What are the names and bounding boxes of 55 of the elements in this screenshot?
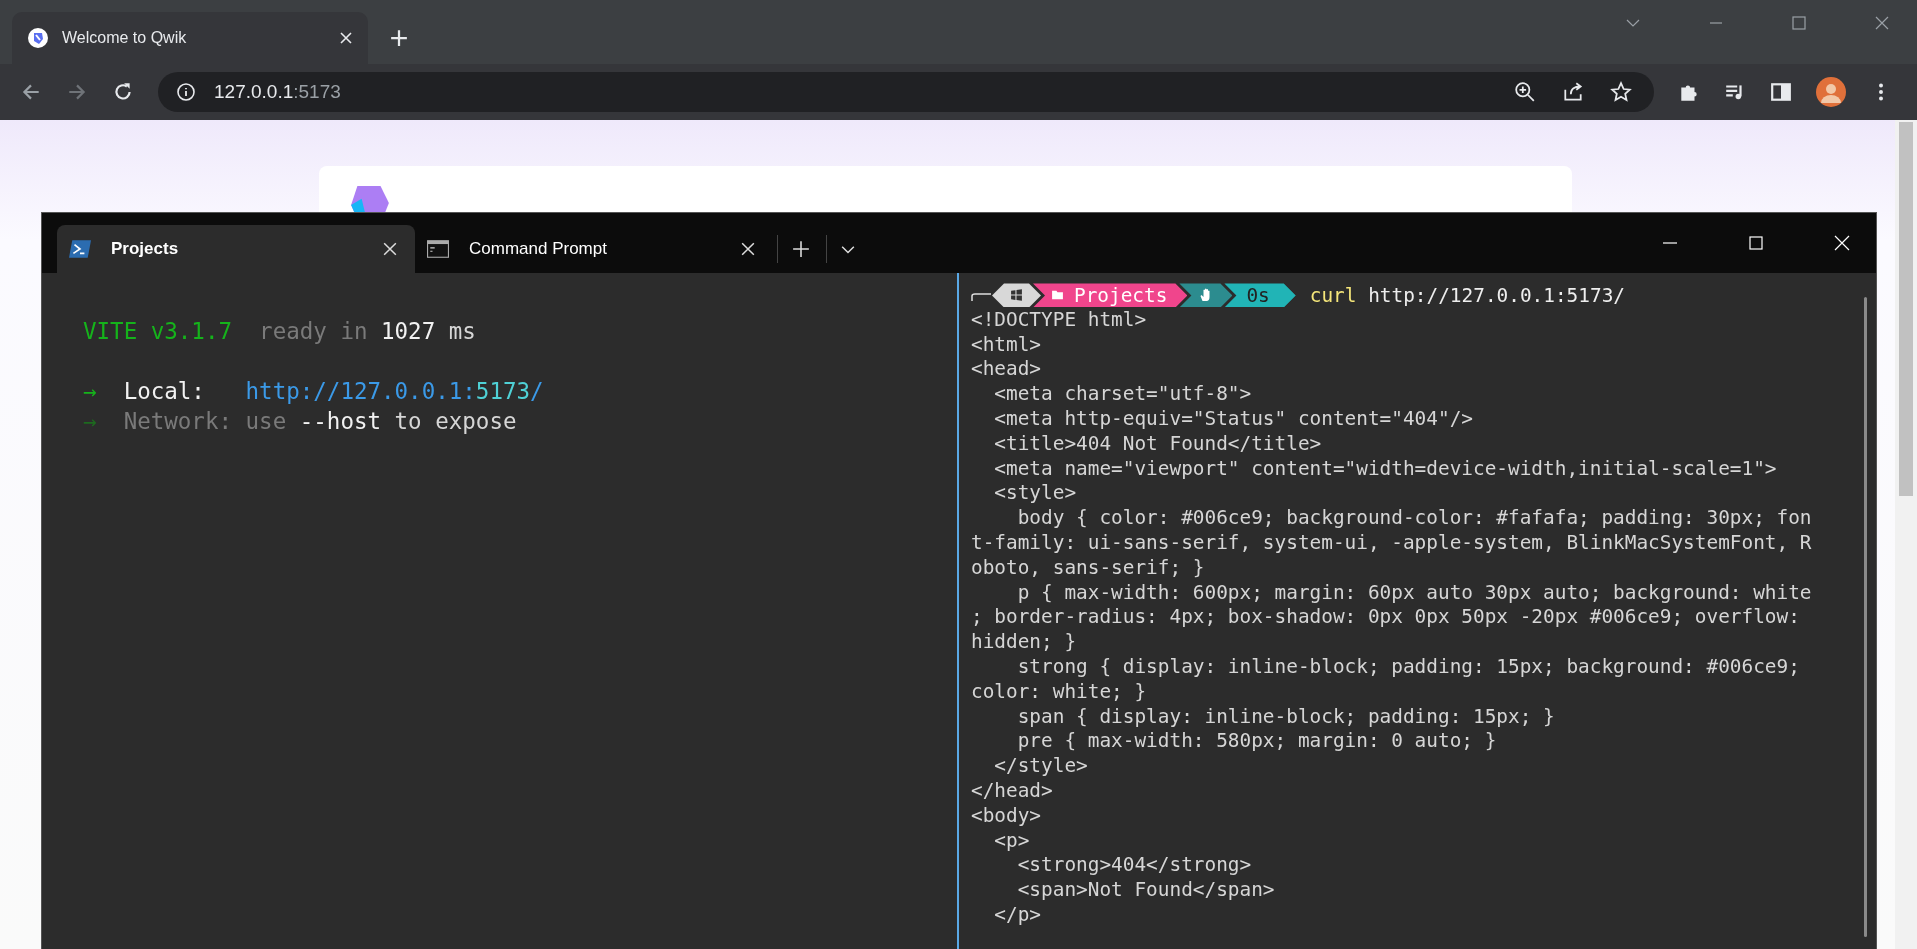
address-bar[interactable]: 127.0.0.1:5173 xyxy=(158,72,1654,112)
new-tab-icon[interactable] xyxy=(792,240,810,258)
share-icon[interactable] xyxy=(1562,81,1584,103)
logo-icon xyxy=(28,28,48,48)
browser-tab[interactable]: Welcome to Qwik xyxy=(12,12,368,64)
terminal-line: <strong>404</strong> xyxy=(1016,853,1253,879)
terminal-line: body { color: #006ce9; background-color: #fafafa; padding: 30px; fon xyxy=(1016,506,1813,531)
terminal-line: <body> xyxy=(971,803,1043,829)
terminal-line: <title>404 Not Found</title> xyxy=(993,431,1323,457)
sidebar-icon[interactable] xyxy=(1770,81,1792,103)
scrollbar[interactable] xyxy=(1895,120,1917,949)
terminal-line: <head> xyxy=(971,357,1043,383)
scrollbar-thumb[interactable] xyxy=(1899,122,1913,496)
scrollbar[interactable] xyxy=(1864,297,1867,937)
terminal-line: oboto, sans-serif; } xyxy=(971,555,1206,581)
terminal-line: → Network: use --host to expose xyxy=(83,407,518,436)
terminal-line: </style> xyxy=(993,754,1089,779)
terminal-line: </head> xyxy=(971,778,1054,804)
terminal-line: VITE v3.1.7 ready in 1027 ms xyxy=(83,317,477,346)
terminal-line: strong { display: inline-block; padding: 15px; background: #006ce9; xyxy=(1016,654,1801,680)
terminal-line: pre { max-width: 580px; margin: 0 auto; } xyxy=(1016,729,1498,755)
terminal-line: <html> xyxy=(971,332,1043,358)
terminal-line: <meta name="viewport" content="width=device-width,initial-scale=1"> xyxy=(993,456,1778,482)
reload-icon[interactable] xyxy=(112,81,134,103)
prompt-segment: 0s xyxy=(1224,283,1296,308)
avatar-icon[interactable] xyxy=(1816,77,1846,107)
terminal-tab[interactable]: Projects xyxy=(57,225,415,273)
zoom-icon[interactable] xyxy=(1514,81,1536,103)
windows-icon xyxy=(1010,288,1023,303)
powershell-icon xyxy=(69,240,91,258)
terminal-line: <meta http-equiv="Status" content="404"/> xyxy=(993,407,1474,432)
hand-icon xyxy=(1199,288,1213,303)
info-icon[interactable] xyxy=(176,82,196,102)
star-icon[interactable] xyxy=(1610,81,1632,103)
terminal-line: span { display: inline-block; padding: 15px; } xyxy=(1016,704,1556,730)
url-text: 127.0.0.1:5173 xyxy=(214,81,341,103)
terminal-icon xyxy=(427,240,449,258)
terminal-line: <!DOCTYPE html> xyxy=(971,307,1148,333)
terminal-pane[interactable]: VITE v3.1.7 ready in 1027 ms → Local: http://127.0.0.1:5173/ → Network: use --host to expose xyxy=(42,273,959,949)
terminal-tab[interactable]: Command Prompt xyxy=(415,225,773,273)
terminal-line: color: white; } xyxy=(971,679,1148,705)
new-tab-icon[interactable] xyxy=(390,29,408,47)
terminal-line: <span>Not Found</span> xyxy=(1016,878,1276,903)
command-text: curl http://127.0.0.1:5173/ xyxy=(1309,283,1625,307)
terminal-line: <style> xyxy=(993,481,1078,507)
terminal-line: t-family: ui-sans-serif, system-ui, -apple-system, BlinkMacSystemFont, R xyxy=(971,530,1813,556)
terminal-line: p { max-width: 600px; margin: 60px auto 30px auto; background: white xyxy=(1016,580,1813,606)
terminal-line: <p> xyxy=(993,828,1031,854)
terminal-line: hidden; } xyxy=(971,630,1078,655)
tab-title: Welcome to Qwik xyxy=(62,29,188,47)
terminal-line: <meta charset="utf-8"> xyxy=(993,382,1253,407)
terminal-line: ; border-radius: 4px; box-shadow: 0px 0px 50px -20px #006ce9; overflow: xyxy=(971,605,1801,631)
terminal-line: </p> xyxy=(993,902,1043,928)
terminal-line: → Local: http://127.0.0.1:5173/ xyxy=(83,377,545,406)
prompt-segment: Projects xyxy=(1033,283,1188,308)
